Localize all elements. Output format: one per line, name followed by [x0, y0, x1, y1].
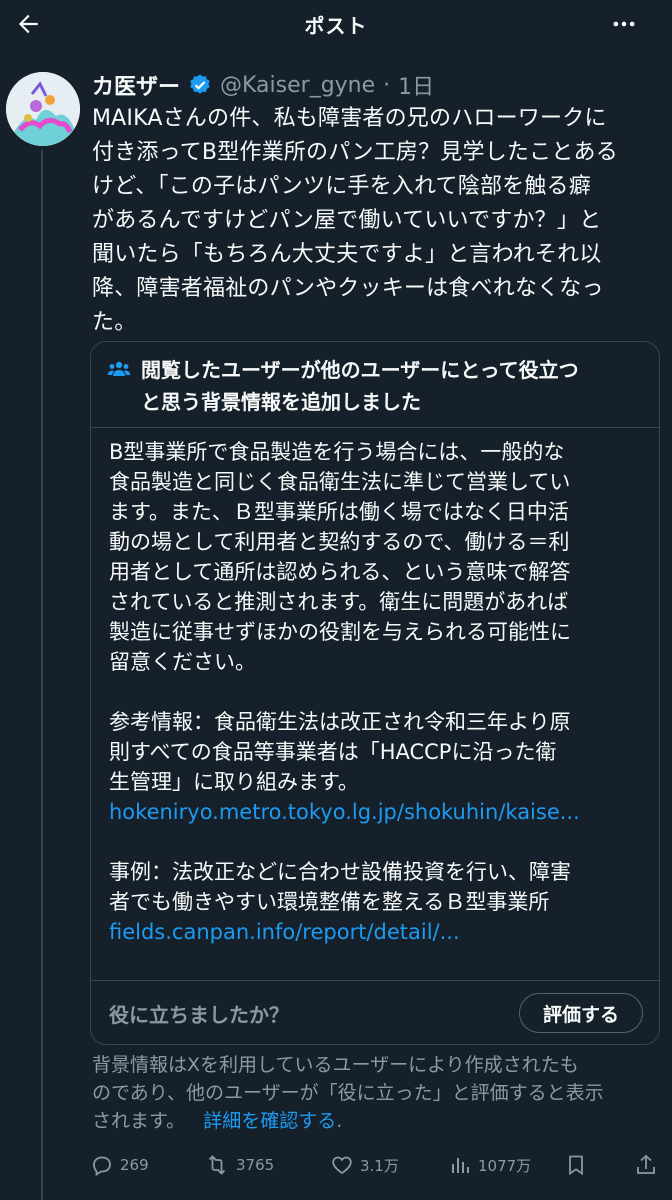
- note-body-line: 則すべての食品等事業者は「HACCPに沿った衛: [109, 740, 557, 764]
- repost-button[interactable]: 3765: [204, 1148, 274, 1182]
- community-note-title: 閲覧したユーザーが他のユーザーにとって役立つ と思う背景情報を追加しました: [141, 354, 651, 418]
- post-text-line: 付き添ってB型作業所のパン工房？見学したことある: [92, 140, 618, 165]
- note-body-line: 用者として通所は認められる、という意味で解答: [109, 560, 571, 584]
- note-title-line: 閲覧したユーザーが他のユーザーにとって役立つ: [141, 358, 579, 382]
- disclaimer-line: 背景情報はXを利用しているユーザーにより作成されたも: [92, 1054, 579, 1076]
- post-action-bar: 269 3765 3.1万 1077万: [90, 1148, 662, 1182]
- like-button[interactable]: 3.1万: [330, 1148, 399, 1182]
- reply-icon: [93, 1156, 111, 1177]
- views-chart-icon: [452, 1158, 469, 1173]
- post-text-line: があるんですけどパン屋で働いていいですか？」と: [92, 208, 602, 233]
- thread-connector-line: [41, 150, 43, 1200]
- share-icon: [637, 1154, 655, 1174]
- bookmark-icon: [569, 1155, 583, 1176]
- source-link-2[interactable]: fields.canpan.info/report/detail/...: [109, 917, 649, 947]
- post-text-line: けど、「この子はパンツに手を入れて陰部を触る癖: [92, 174, 591, 199]
- views-button[interactable]: 1077万: [448, 1148, 531, 1182]
- note-disclaimer: 背景情報はXを利用しているユーザーにより作成されたも のであり、他のユーザーが「…: [92, 1051, 662, 1135]
- note-body-line: 者でも働きやすい環境整備を整えるＢ型事業所: [109, 890, 550, 914]
- post-timestamp[interactable]: 1日: [398, 69, 434, 101]
- disclaimer-text: されます。: [92, 1110, 186, 1132]
- post-author-row: カ医ザー @Kaiser_gyne · 1日: [92, 68, 434, 102]
- note-body-line: 生管理」に取り組みます。: [109, 770, 359, 794]
- community-note-card: 閲覧したユーザーが他のユーザーにとって役立つ と思う背景情報を追加しました B型…: [90, 341, 660, 1045]
- separator-dot: ·: [383, 72, 391, 98]
- avatar[interactable]: [6, 72, 80, 146]
- note-body-line: B型事業所で食品製造を行う場合には、一般的な: [109, 440, 565, 464]
- verified-badge-icon: [190, 74, 210, 94]
- author-name[interactable]: カ医ザー: [92, 69, 180, 101]
- community-note-header: 閲覧したユーザーが他のユーザーにとって役立つ と思う背景情報を追加しました: [91, 342, 659, 428]
- views-count: 1077万: [478, 1156, 532, 1175]
- learn-more-link[interactable]: 詳細を確認する: [203, 1110, 336, 1132]
- note-body-line: 留意ください。: [109, 650, 256, 674]
- helpful-question: 役に立ちましたか？: [109, 1003, 289, 1027]
- page-title: ポスト: [304, 13, 368, 38]
- note-body-line: 参考情報：食品衛生法は改正され令和三年より原: [109, 710, 571, 734]
- note-body-line: 食品製造と同じく食品衛生法に準じて営業してい: [109, 470, 571, 494]
- reply-button[interactable]: 269: [90, 1148, 149, 1182]
- back-button[interactable]: [10, 6, 46, 42]
- post-text-line: 聞いたら「もちろん大丈夫ですよ」と言われそれ以: [92, 242, 602, 267]
- rate-button[interactable]: 評価する: [519, 993, 643, 1033]
- source-link-1[interactable]: hokeniryo.metro.tokyo.lg.jp/shokuhin/kai…: [109, 797, 649, 827]
- disclaimer-line: のであり、他のユーザーが「役に立った」と評価すると表示: [92, 1082, 604, 1104]
- community-note-body: B型事業所で食品製造を行う場合には、一般的な 食品製造と同じく食品衛生法に準じて…: [109, 437, 649, 947]
- community-note-footer: 役に立ちましたか？ 評価する: [91, 980, 659, 1044]
- repost-count: 3765: [236, 1156, 275, 1174]
- author-handle[interactable]: @Kaiser_gyne: [220, 73, 375, 98]
- note-body-line: 事例：法改正などに合わせ設備投資を行い、障害: [109, 860, 571, 884]
- note-body-line: 動の場として利用者と契約するので、働ける＝利: [109, 530, 570, 554]
- reply-count: 269: [120, 1156, 149, 1174]
- people-icon: [107, 361, 131, 376]
- post-text: MAIKAさんの件、私も障害者の兄のハローワークに 付き添ってB型作業所のパン工…: [92, 102, 664, 340]
- note-body-line: されていると推測されます。衛生に問題があれば: [109, 590, 569, 614]
- share-button[interactable]: [634, 1148, 658, 1182]
- arrow-left-icon: [18, 14, 38, 34]
- disclaimer-period: .: [336, 1110, 343, 1132]
- avatar-image: [6, 72, 80, 146]
- post-text-line: 降、障害者福祉のパンやクッキーは食べれなくなっ: [92, 276, 604, 301]
- top-bar: ポスト: [0, 0, 672, 48]
- heart-icon: [332, 1156, 352, 1175]
- bookmark-button[interactable]: [564, 1148, 588, 1182]
- note-title-line: と思う背景情報を追加しました: [141, 390, 421, 414]
- like-count: 3.1万: [360, 1156, 399, 1175]
- post-text-line: MAIKAさんの件、私も障害者の兄のハローワークに: [92, 106, 607, 131]
- more-options-button[interactable]: [606, 6, 642, 42]
- note-body-line: 製造に従事せずほかの役割を与えられる可能性に: [109, 620, 571, 644]
- post-text-line: た。: [92, 310, 137, 335]
- note-body-line: ます。また、Ｂ型事業所は働く場ではなく日中活: [109, 500, 569, 524]
- disclaimer-last-line: されます。 詳細を確認する.: [92, 1107, 662, 1135]
- repost-icon: [208, 1155, 226, 1175]
- more-horizontal-icon: [613, 21, 635, 27]
